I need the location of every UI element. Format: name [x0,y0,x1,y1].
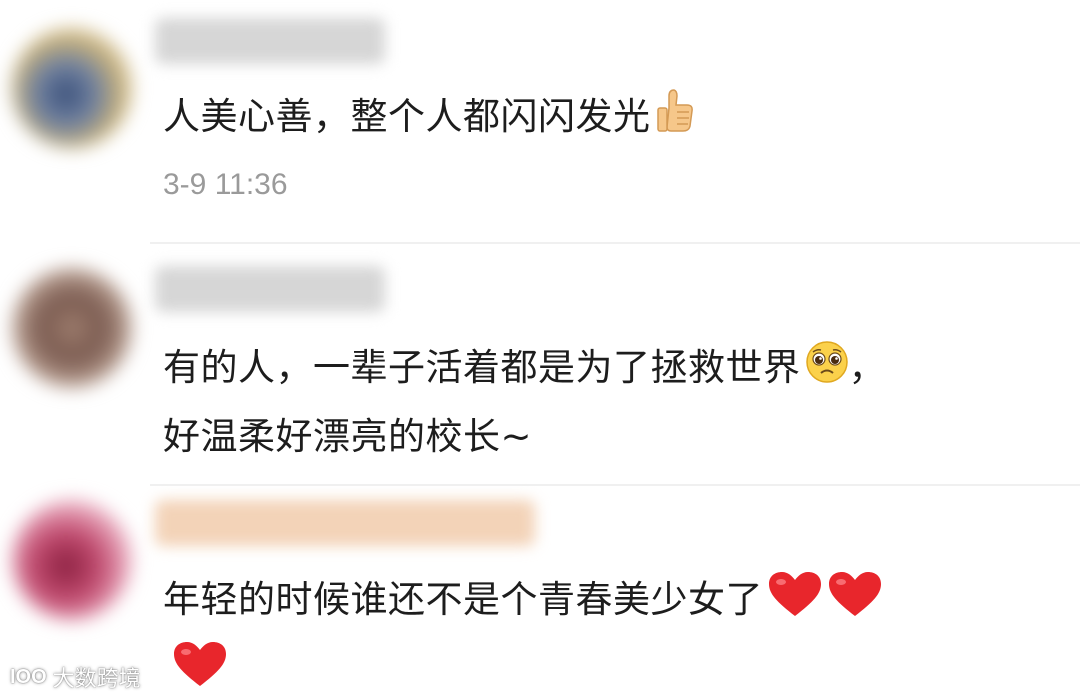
red-heart-icon [172,640,228,692]
comment-body-punct: ， [848,346,886,389]
comment-text: 人美心善，整个人都闪闪发光 [163,88,695,149]
watermark-logo: IOO [10,665,47,688]
comment-text: 有的人，一辈子活着都是为了拯救世界 ， [163,340,886,399]
pleading-face-icon [805,340,849,399]
avatar[interactable] [12,28,132,148]
username-blurred[interactable] [155,500,535,546]
divider [150,484,1080,486]
comment-list: 人美心善，整个人都闪闪发光 3-9 11:36 有的人，一辈子活着都是为了拯救世… [0,0,1080,699]
comment-body: 年轻的时候谁还不是个青春美少女了 [163,578,763,621]
avatar[interactable] [12,500,132,620]
timestamp: 3-9 11:36 [163,168,288,201]
divider [150,242,1080,244]
comment-text-line2: 好温柔好漂亮的校长~ [163,410,532,464]
thumbs-up-icon [655,88,695,149]
red-heart-icon [827,570,883,633]
comment-body: 人美心善，整个人都闪闪发光 [163,95,651,138]
watermark: IOO 大数跨境 [10,661,141,693]
watermark-text: 大数跨境 [52,667,141,692]
comment-body-line1: 有的人，一辈子活着都是为了拯救世界 [163,346,801,389]
comment-body-line2: 好温柔好漂亮的校长~ [163,415,533,458]
avatar[interactable] [12,268,132,388]
comment-text: 年轻的时候谁还不是个青春美少女了 [163,570,883,633]
username-blurred[interactable] [155,266,385,312]
username-blurred[interactable] [155,18,385,64]
red-heart-icon [767,570,823,633]
